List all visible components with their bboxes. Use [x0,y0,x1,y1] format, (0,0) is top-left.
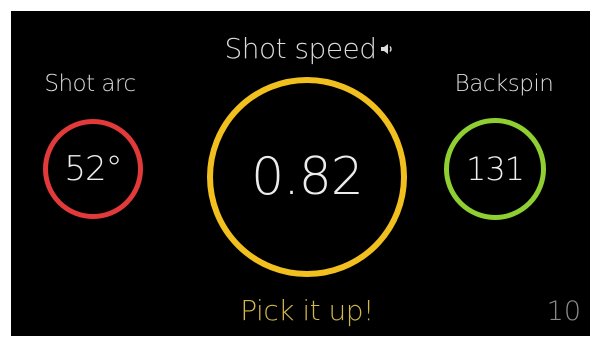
shot-counter: 10 [546,296,581,327]
shot-arc-value: 52° [64,149,122,189]
backspin-value: 131 [465,150,525,188]
backspin-label: Backspin [454,71,554,97]
speaker-icon[interactable] [380,29,394,54]
backspin-ring: 131 [444,118,546,220]
shot-speed-ring: 0.82 [207,77,407,277]
shot-speed-label: Shot speed [224,32,377,65]
feedback-message: Pick it up! [240,294,374,327]
shot-arc-label: Shot arc [44,71,136,97]
glass-display: Shot arc 52° Shot speed 0.82 Backspin 13… [11,11,590,336]
shot-arc-ring: 52° [43,119,143,219]
shot-speed-header: Shot speed [209,29,409,65]
shot-speed-value: 0.82 [251,147,364,207]
